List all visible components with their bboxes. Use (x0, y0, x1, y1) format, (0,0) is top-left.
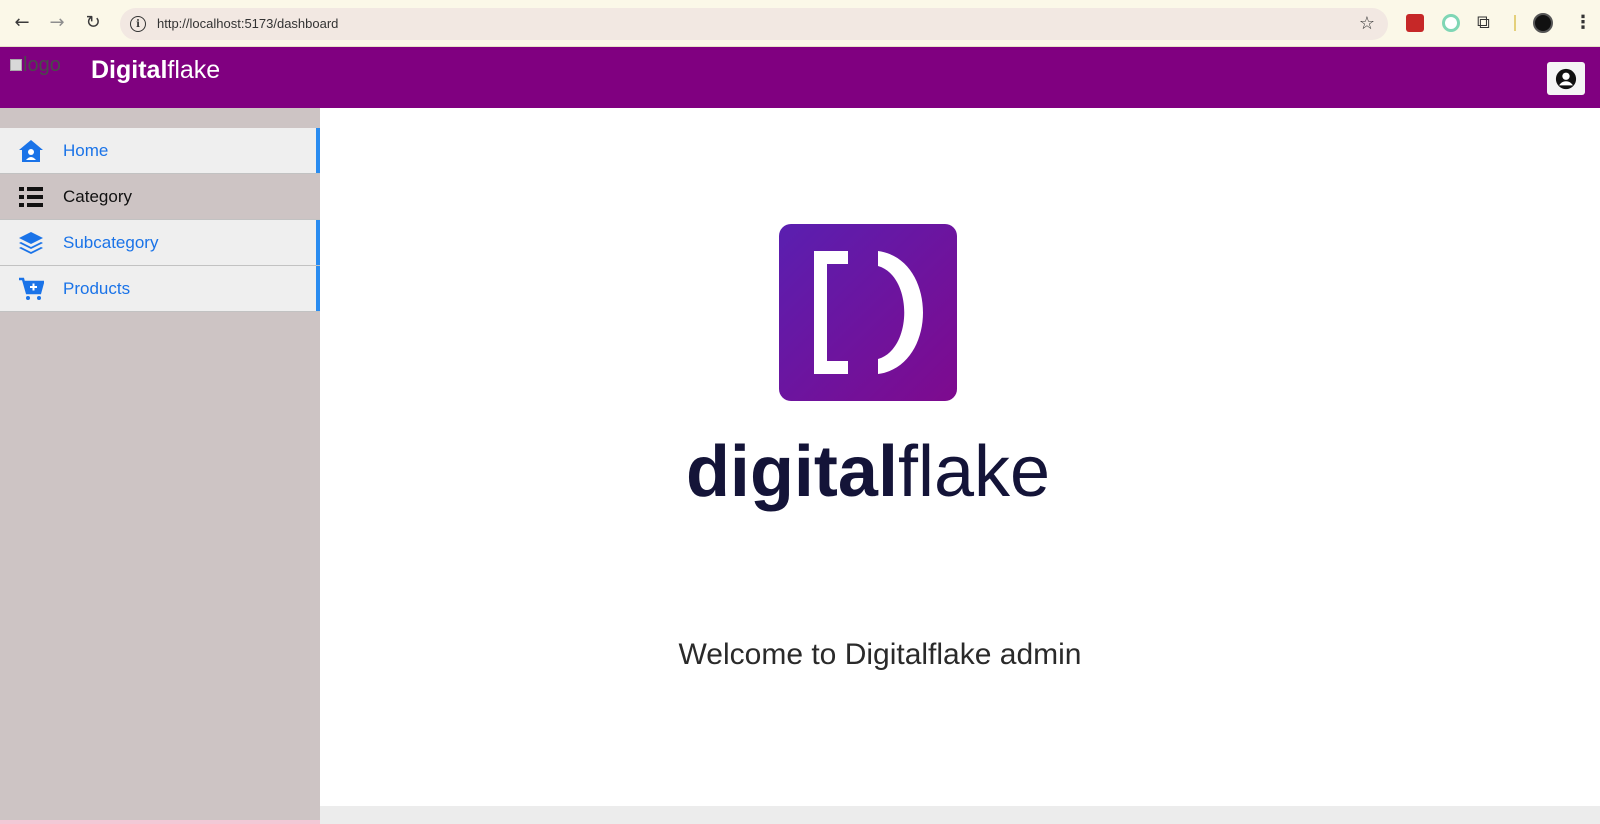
logo-alt-text: logo (23, 54, 61, 76)
logo-wordmark-light: flake (898, 432, 1050, 512)
url-text[interactable]: http://localhost:5173/dashboard (157, 16, 338, 31)
user-circle-icon (1555, 68, 1577, 89)
address-bar[interactable]: i http://localhost:5173/dashboard ☆ (120, 8, 1388, 40)
brand-bold: Digital (91, 56, 168, 84)
sidebar-item-label: Subcategory (63, 233, 159, 252)
browser-toolbar: ← → ↻ i http://localhost:5173/dashboard … (0, 0, 1600, 47)
brand-title: Digitalflake (91, 56, 220, 85)
logo-wordmark-bold: digital (686, 432, 898, 512)
welcome-message: Welcome to Digitalflake admin (678, 638, 1082, 671)
app-header: logo Digitalflake (0, 47, 1600, 108)
layers-icon (19, 232, 43, 254)
extensions-puzzle-icon[interactable]: ⧉ (1477, 12, 1490, 33)
sidebar-item-products[interactable]: Products (0, 266, 320, 312)
user-account-button[interactable] (1547, 62, 1585, 95)
taskbar-edge (0, 820, 320, 824)
logo-mark-square (779, 224, 957, 401)
sidebar: Home Category Subcategory Products (0, 108, 320, 824)
sidebar-item-category[interactable]: Category (0, 174, 320, 220)
back-arrow-icon[interactable]: ← (11, 12, 33, 34)
toolbar-divider (1514, 15, 1516, 31)
extension-icon[interactable] (1442, 14, 1460, 32)
browser-profile-avatar[interactable] (1533, 13, 1553, 33)
sidebar-item-label: Home (63, 141, 109, 160)
sidebar-item-label: Products (63, 279, 131, 298)
home-icon (19, 140, 43, 162)
reload-icon[interactable]: ↻ (82, 12, 104, 34)
bookmark-star-icon[interactable]: ☆ (1359, 13, 1375, 34)
logo-wordmark: digitalflake (686, 432, 1050, 512)
main-content: digitalflake Welcome to Digitalflake adm… (320, 108, 1600, 806)
broken-image-icon (10, 59, 22, 71)
digitalflake-logo: digitalflake (686, 224, 1050, 512)
cart-icon (19, 277, 44, 300)
horizontal-scrollbar[interactable] (320, 806, 1600, 824)
browser-menu-icon[interactable]: ⋮ (1574, 12, 1592, 33)
sidebar-item-home[interactable]: Home (0, 128, 320, 174)
sidebar-item-label: Category (63, 187, 132, 206)
list-icon (19, 187, 43, 207)
brand-light: flake (167, 56, 221, 84)
site-info-icon[interactable]: i (130, 16, 146, 32)
extension-icon[interactable] (1406, 14, 1424, 32)
sidebar-item-subcategory[interactable]: Subcategory (0, 220, 320, 266)
logo-image: logo (10, 54, 82, 85)
forward-arrow-icon[interactable]: → (46, 12, 68, 34)
